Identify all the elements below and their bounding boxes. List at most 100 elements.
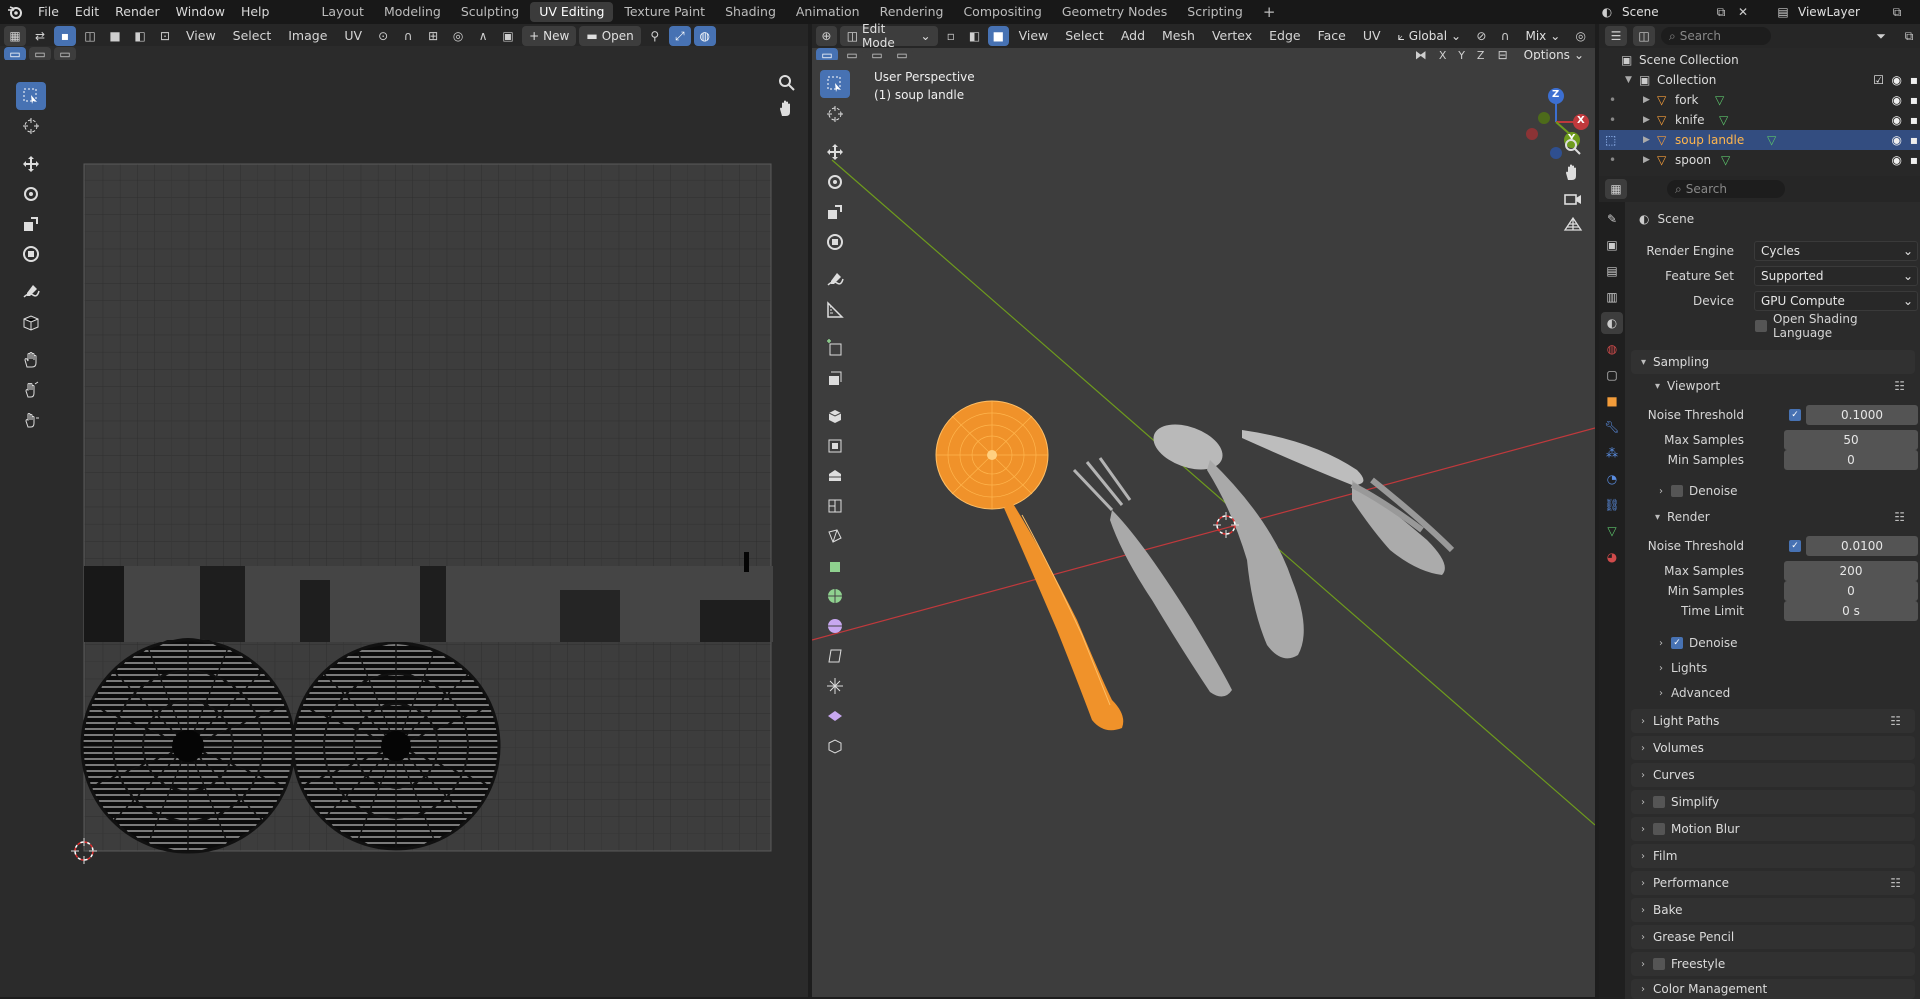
render-engine-dropdown[interactable]: Cycles ⌄ — [1754, 241, 1918, 261]
workspace-tab-modeling[interactable]: Modeling — [375, 2, 450, 22]
device-dropdown[interactable]: GPU Compute ⌄ — [1754, 291, 1918, 311]
new-collection-icon[interactable]: ⧉ — [1898, 26, 1920, 46]
vp-scale-tool-icon[interactable] — [820, 198, 850, 226]
presets-list-icon[interactable]: ☷ — [1890, 876, 1901, 890]
vp-annotate-tool-icon[interactable] — [820, 266, 850, 294]
loop-cut-tool-icon[interactable] — [820, 462, 850, 490]
output-tab-icon[interactable]: ▤ — [1601, 260, 1623, 282]
uv-editor-area[interactable] — [0, 60, 808, 997]
vp-select-box-tool-icon[interactable] — [820, 70, 850, 98]
lights-subpanel[interactable]: › Lights — [1659, 657, 1707, 679]
eye-icon[interactable]: ◉ — [1892, 73, 1902, 87]
uv-island-disc-right[interactable] — [291, 641, 501, 851]
checkbox-icon[interactable]: ☑ — [1873, 73, 1884, 87]
viewport-menu-vertex[interactable]: Vertex — [1205, 24, 1259, 48]
workspace-tab-texture-paint[interactable]: Texture Paint — [615, 2, 714, 22]
viewport-menu-uv[interactable]: UV — [1356, 24, 1388, 48]
presets-list-icon[interactable]: ☷ — [1894, 379, 1905, 393]
vp-min-samples-field[interactable]: 0 — [1784, 450, 1918, 470]
volumes-panel[interactable]: › Volumes — [1631, 736, 1915, 760]
blender-logo-icon[interactable] — [0, 0, 30, 24]
r-time-limit-field[interactable]: 0 s — [1784, 601, 1918, 621]
extrude-tool-icon[interactable] — [820, 364, 850, 392]
freestyle-checkbox[interactable] — [1653, 958, 1665, 970]
proportional-editing-icon[interactable]: ◎ — [1570, 26, 1591, 46]
simplify-panel[interactable]: › Simplify — [1631, 790, 1915, 814]
workspace-tab-geometry-nodes[interactable]: Geometry Nodes — [1053, 2, 1176, 22]
workspace-tab-scripting[interactable]: Scripting — [1178, 2, 1252, 22]
grease-pencil-panel[interactable]: › Grease Pencil — [1631, 925, 1915, 949]
properties-editor-type-icon[interactable]: ▦ — [1605, 179, 1627, 199]
vp-zoom-icon[interactable] — [1562, 136, 1584, 158]
knife-tool-icon[interactable] — [820, 492, 850, 520]
edit-mode-indicator-icon[interactable]: ⬚ — [1605, 133, 1616, 147]
menu-edit[interactable]: Edit — [67, 0, 107, 24]
eye-icon[interactable]: ◉ — [1892, 133, 1902, 147]
performance-panel[interactable]: › Performance ☷ — [1631, 871, 1915, 895]
mode-dropdown[interactable]: ◫ Edit Mode ⌄ — [839, 22, 938, 50]
r-min-samples-field[interactable]: 0 — [1784, 581, 1918, 601]
color-management-panel[interactable]: › Color Management — [1631, 979, 1915, 999]
face-select-icon[interactable]: ■ — [104, 26, 126, 46]
vp-rotate-tool-icon[interactable] — [820, 168, 850, 196]
modifier-tab-icon[interactable]: 🔧︎ — [1601, 416, 1623, 438]
presets-list-icon[interactable]: ☷ — [1894, 510, 1905, 524]
pivot-icon[interactable]: ⊙ — [372, 26, 394, 46]
uv-island-disc-left[interactable] — [80, 638, 296, 854]
to-sphere-tool-icon[interactable] — [820, 672, 850, 700]
vp-measure-tool-icon[interactable] — [820, 296, 850, 324]
poly-build-tool-icon[interactable] — [820, 522, 850, 550]
view-layer-icon[interactable]: ▤ — [1772, 5, 1794, 19]
r-denoise-subpanel[interactable]: › ✓ Denoise — [1659, 632, 1738, 654]
pivot-point-icon[interactable]: ⊘ — [1471, 26, 1492, 46]
vp-noise-threshold-checkbox[interactable]: ✓ — [1789, 409, 1801, 421]
workspace-tab-shading[interactable]: Shading — [716, 2, 785, 22]
r-denoise-checkbox[interactable]: ✓ — [1671, 637, 1683, 649]
shading-mix-dropdown[interactable]: Mix ⌄ — [1518, 26, 1567, 46]
motion-blur-checkbox[interactable] — [1653, 823, 1665, 835]
feature-set-dropdown[interactable]: Supported ⌄ — [1754, 266, 1918, 286]
add-workspace-button[interactable]: + — [1254, 2, 1285, 22]
snap-target-icon[interactable]: ⊞ — [422, 26, 444, 46]
constraints-tab-icon[interactable]: ⛓︎ — [1601, 494, 1623, 516]
workspace-tab-animation[interactable]: Animation — [787, 2, 869, 22]
render-tab-icon[interactable]: ▣ — [1601, 234, 1623, 256]
soup-ladle-object-selected[interactable] — [935, 400, 1124, 731]
viewport-scene[interactable] — [812, 60, 1595, 997]
outliner-editor-type-icon[interactable]: ☰ — [1605, 26, 1627, 46]
uv-mode-select-new-icon[interactable]: ▭ — [4, 47, 26, 61]
light-paths-panel[interactable]: › Light Paths ☷ — [1631, 709, 1915, 733]
vp-denoise-checkbox[interactable] — [1671, 485, 1683, 497]
open-image-button[interactable]: ▬ Open — [579, 26, 641, 46]
viewport-menu-mesh[interactable]: Mesh — [1155, 24, 1202, 48]
viewport-menu-select[interactable]: Select — [1058, 24, 1111, 48]
sync-selection-icon[interactable]: ⇄ — [29, 26, 51, 46]
fork-object[interactable] — [1072, 457, 1232, 697]
vp-move-tool-icon[interactable] — [820, 138, 850, 166]
workspace-tab-rendering[interactable]: Rendering — [871, 2, 953, 22]
physics-tab-icon[interactable]: ◔ — [1601, 468, 1623, 490]
image-browse-icon[interactable]: ▣ — [497, 26, 519, 46]
gizmo-toggle-icon[interactable]: ⤢ — [668, 26, 691, 46]
overlay-toggle-icon[interactable]: ◍ — [693, 26, 716, 46]
camera-icon[interactable]: ▪ — [1910, 133, 1918, 147]
outliner-scene-collection[interactable]: ▣ Scene Collection — [1599, 50, 1920, 70]
edge-mode-icon[interactable]: ◧ — [964, 26, 985, 46]
camera-icon[interactable]: ▪ — [1910, 113, 1918, 127]
material-tab-icon[interactable]: ◕ — [1601, 546, 1623, 568]
viewport-menu-view[interactable]: View — [1012, 24, 1056, 48]
outliner-item-fork[interactable]: • ▶ ▽ fork ▽ ◉ ▪ — [1599, 90, 1920, 110]
new-image-button[interactable]: + New — [522, 26, 577, 46]
render-subpanel-header[interactable]: ▾ Render ☷ — [1655, 506, 1919, 528]
world-tab-icon[interactable]: ◍ — [1601, 338, 1623, 360]
view-layer-tab-icon[interactable]: ▥ — [1601, 286, 1623, 308]
menu-help[interactable]: Help — [233, 0, 278, 24]
view-layer-name[interactable]: ViewLayer — [1798, 5, 1884, 19]
menu-file[interactable]: File — [30, 0, 67, 24]
eye-icon[interactable]: ◉ — [1892, 93, 1902, 107]
outliner-item-soup-landle[interactable]: ⬚ ▶ ▽ soup landle ▽ ◉ ▪ — [1599, 130, 1920, 150]
curves-panel[interactable]: › Curves — [1631, 763, 1915, 787]
smooth-tool-icon[interactable] — [820, 582, 850, 610]
viewport-subpanel-header[interactable]: ▾ Viewport ☷ — [1655, 375, 1919, 397]
snap-icon[interactable]: ∩ — [397, 26, 419, 46]
